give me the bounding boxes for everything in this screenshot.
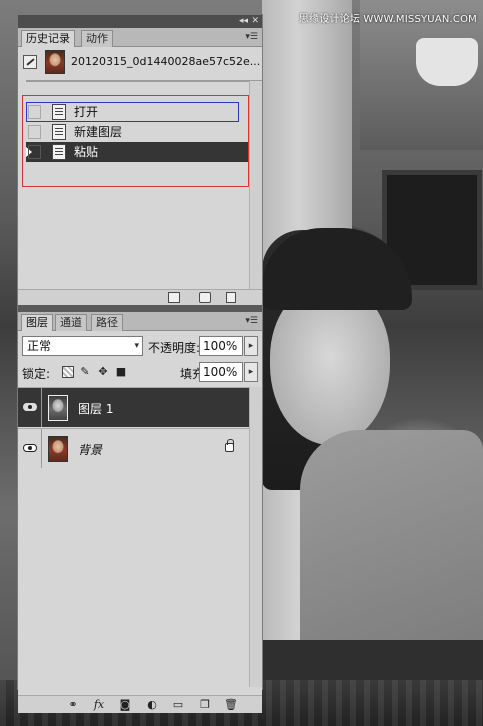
history-brush-icon[interactable] — [23, 55, 37, 69]
layers-tabbar: 图层 通道 路径 ▾☰ — [18, 312, 262, 332]
dock-titlebar: ◂◂ ✕ — [18, 15, 262, 28]
panel-menu-icon[interactable]: ▾☰ — [245, 31, 258, 43]
lock-icon — [225, 439, 234, 452]
fx-icon[interactable]: fx — [92, 699, 106, 711]
blend-mode-value: 正常 — [27, 339, 52, 353]
history-tabbar: 历史记录 动作 ▾☰ — [18, 28, 262, 48]
panel-separator[interactable] — [18, 305, 262, 312]
lock-all-icon[interactable]: ■ — [115, 366, 127, 378]
blend-row: 正常 ▾ 不透明度: 100% ▸ — [22, 335, 260, 357]
watermark: 思缘设计论坛 WWW.MISSYUAN.COM — [298, 14, 477, 25]
history-panel: 20120315_0d1440028ae57c52e... 打开 新建图层 粘贴 — [18, 47, 262, 305]
photo-sweater — [300, 430, 483, 670]
history-snapshot[interactable]: 20120315_0d1440028ae57c52e... — [18, 49, 262, 75]
new-document-from-state-icon[interactable] — [168, 292, 180, 303]
layers-footer: ⚭ fx ◙ ◐ ▭ ❐ 🗑 — [18, 695, 262, 713]
eye-icon — [23, 444, 37, 452]
tab-layers[interactable]: 图层 — [21, 314, 53, 332]
snapshot-thumbnail — [45, 50, 65, 74]
tab-history[interactable]: 历史记录 — [21, 30, 75, 48]
layer-name[interactable]: 背景 — [78, 441, 102, 458]
lock-move-icon[interactable]: ✥ — [97, 366, 109, 378]
photo-floor — [262, 640, 483, 680]
tab-actions[interactable]: 动作 — [81, 30, 113, 47]
layer-row-layer1[interactable]: 图层 1 — [18, 387, 262, 427]
layer-thumbnail — [48, 395, 68, 421]
chevron-down-icon: ▾ — [134, 341, 139, 351]
folder-icon[interactable]: ▭ — [171, 699, 185, 711]
lock-brush-icon[interactable]: ✎ — [79, 366, 91, 378]
history-scrollbar[interactable] — [249, 81, 262, 289]
mask-icon[interactable]: ◙ — [118, 699, 132, 711]
tab-channels[interactable]: 通道 — [55, 314, 87, 331]
link-icon[interactable]: ⚭ — [66, 699, 80, 711]
tab-paths[interactable]: 路径 — [91, 314, 123, 331]
new-layer-icon[interactable]: ❐ — [198, 699, 212, 711]
fill-slider-button[interactable]: ▸ — [244, 362, 258, 382]
opacity-slider-button[interactable]: ▸ — [244, 336, 258, 356]
snapshot-divider — [26, 80, 262, 82]
lock-transparency-icon[interactable] — [62, 366, 74, 378]
layer-row-background[interactable]: 背景 — [18, 428, 262, 468]
photo-cup — [416, 38, 478, 86]
eye-icon — [23, 403, 37, 411]
visibility-toggle[interactable] — [18, 429, 42, 468]
camera-snapshot-icon[interactable] — [199, 292, 211, 303]
double-chevron-left-icon[interactable]: ◂◂ — [239, 15, 248, 28]
visibility-toggle[interactable] — [18, 388, 42, 427]
layers-panel: 正常 ▾ 不透明度: 100% ▸ 锁定: ✎ ✥ ■ 填充: 100% ▸ 图… — [18, 331, 262, 713]
layer-name[interactable]: 图层 1 — [78, 400, 113, 417]
adjustment-icon[interactable]: ◐ — [145, 699, 159, 711]
lock-label: 锁定: — [22, 367, 51, 381]
lock-row: 锁定: ✎ ✥ ■ 填充: 100% ▸ — [22, 361, 260, 383]
snapshot-name: 20120315_0d1440028ae57c52e... — [71, 55, 261, 68]
opacity-field[interactable]: 100% — [199, 336, 243, 356]
layer-thumbnail — [48, 436, 68, 462]
blend-mode-select[interactable]: 正常 ▾ — [22, 336, 143, 356]
trash-icon[interactable] — [226, 292, 236, 303]
annotation-red-box — [22, 95, 249, 187]
close-icon[interactable]: ✕ — [251, 15, 259, 28]
layers-scrollbar[interactable] — [249, 387, 262, 687]
trash-icon[interactable]: 🗑 — [224, 699, 238, 711]
panel-dock: ◂◂ ✕ 历史记录 动作 ▾☰ 20120315_0d1440028ae57c5… — [17, 14, 263, 713]
opacity-label: 不透明度: — [148, 341, 201, 355]
fill-field[interactable]: 100% — [199, 362, 243, 382]
history-footer — [18, 289, 262, 305]
panel-menu-icon[interactable]: ▾☰ — [245, 315, 258, 327]
